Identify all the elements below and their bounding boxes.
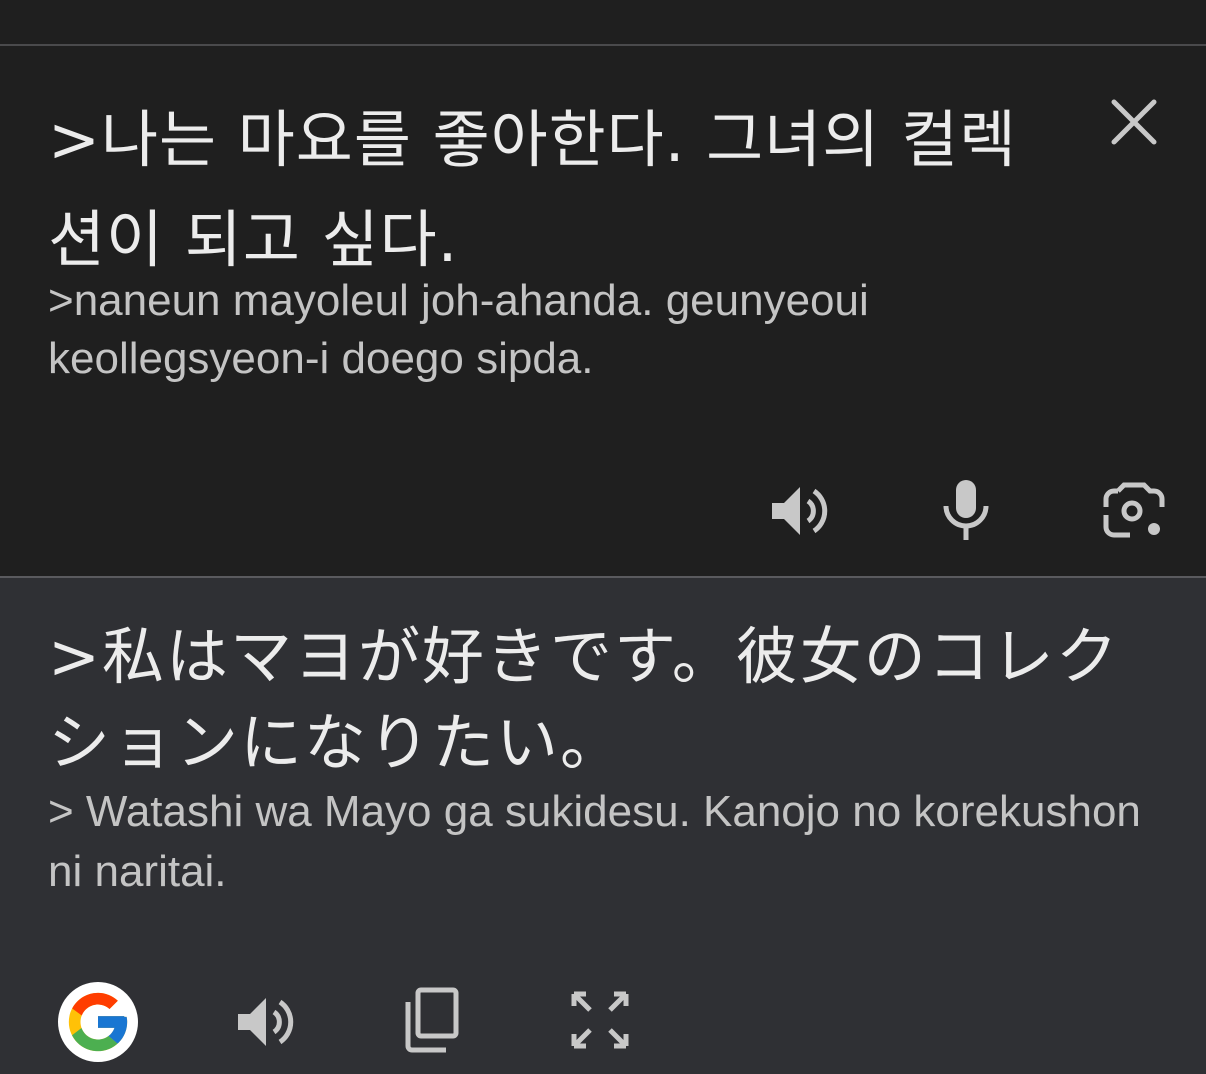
fullscreen-button[interactable] xyxy=(564,984,636,1056)
microphone-icon xyxy=(943,480,989,540)
speaker-icon xyxy=(772,487,828,535)
copy-translation-button[interactable] xyxy=(394,982,466,1058)
google-search-button[interactable] xyxy=(58,982,138,1062)
source-listen-button[interactable] xyxy=(762,476,834,546)
source-text[interactable]: >나는 마요를 좋아한다. 그녀의 컬렉션이 되고 싶다. xyxy=(48,90,1048,290)
target-panel: >私はマヨが好きです。彼女のコレクションになりたい。 > Watashi wa … xyxy=(0,578,1206,1074)
copy-icon xyxy=(405,987,459,1053)
translation-listen-button[interactable] xyxy=(228,986,300,1058)
top-bar xyxy=(0,0,1206,46)
camera-translate-icon xyxy=(1103,482,1165,538)
google-icon xyxy=(68,992,128,1052)
translation-text: >私はマヨが好きです。彼女のコレクションになりたい。 xyxy=(48,620,1120,779)
source-panel: >나는 마요를 좋아한다. 그녀의 컬렉션이 되고 싶다. >naneun ma… xyxy=(0,46,1206,576)
fullscreen-icon xyxy=(571,991,629,1049)
source-romanization: >naneun mayoleul joh-ahanda. geunyeoui k… xyxy=(48,276,869,383)
clear-text-button[interactable] xyxy=(1098,86,1170,158)
translation-romanization: > Watashi wa Mayo ga sukidesu. Kanojo no… xyxy=(48,787,1141,896)
voice-input-button[interactable] xyxy=(932,476,1000,546)
speaker-icon xyxy=(238,998,294,1046)
close-icon xyxy=(1111,99,1157,145)
camera-translate-button[interactable] xyxy=(1098,476,1170,546)
